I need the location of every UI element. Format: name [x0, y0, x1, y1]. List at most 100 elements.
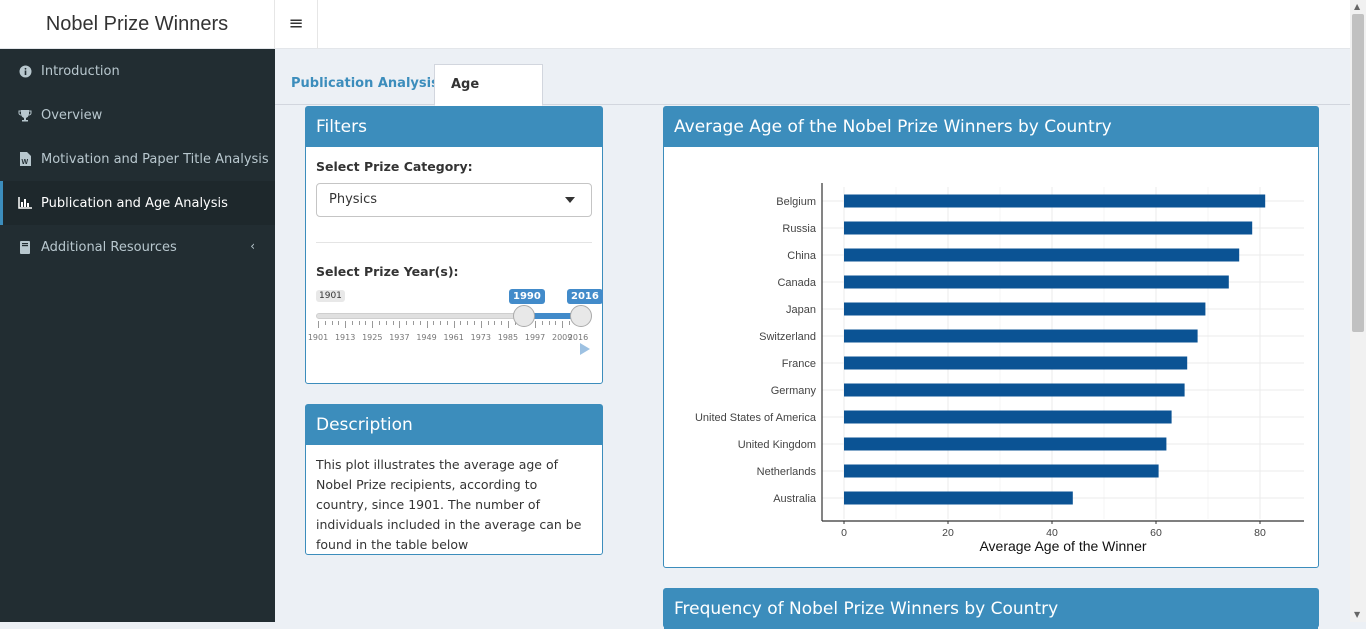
slider-tick-label: 1997 [524, 333, 546, 342]
slider-tick [385, 321, 387, 325]
tab-bar: Publication Analysis Age Analysis [275, 49, 1350, 132]
category-label: Select Prize Category: [316, 159, 473, 174]
chevron-left-icon: ‹ [250, 239, 255, 253]
slider-tick [379, 321, 381, 325]
frequency-title: Frequency of Nobel Prize Winners by Coun… [664, 589, 1318, 629]
slider-tick [535, 321, 537, 328]
page-scrollbar[interactable]: ▲ ▼ [1350, 0, 1366, 622]
slider-tick [324, 321, 326, 325]
slider-tick [487, 321, 489, 325]
chevron-down-icon [565, 197, 575, 203]
slider-to-label: 2016 [567, 289, 603, 304]
prize-category-select[interactable]: Physics [316, 183, 592, 217]
sidebar-item-introduction[interactable]: Introduction [0, 49, 275, 93]
slider-tick [446, 321, 448, 325]
y-tick-label: Japan [786, 304, 816, 316]
slider-tick [406, 321, 408, 325]
description-box: Description This plot illustrates the av… [305, 404, 603, 555]
tab-publication-analysis[interactable]: Publication Analysis [275, 64, 455, 106]
y-tick-label: Belgium [776, 196, 816, 208]
slider-tick-label: 1925 [362, 333, 383, 342]
x-tick-label: 0 [841, 527, 847, 539]
x-tick-label: 80 [1254, 527, 1266, 539]
scroll-up-icon[interactable]: ▲ [1354, 2, 1360, 11]
select-value: Physics [329, 192, 378, 207]
tab-age-analysis[interactable]: Age Analysis [434, 64, 543, 132]
sidebar-toggle-button[interactable]: ≡ [275, 0, 318, 49]
slider-tick [338, 321, 340, 325]
slider-from-label: 1990 [509, 289, 545, 304]
slider-from-handle[interactable] [513, 305, 535, 327]
hamburger-icon: ≡ [288, 13, 304, 34]
svg-text:W: W [21, 159, 28, 166]
slider-tick [433, 321, 435, 325]
slider-to-handle[interactable] [570, 305, 592, 327]
slider-tick [365, 321, 367, 325]
slider-tick [494, 321, 496, 325]
scroll-down-icon[interactable]: ▼ [1354, 610, 1360, 619]
sidebar-item-label: Motivation and Paper Title Analysis [41, 151, 269, 167]
y-tick-label: Russia [782, 223, 817, 235]
slider-tick [345, 321, 347, 328]
y-tick-label: France [782, 358, 816, 370]
sidebar-item-label: Overview [41, 107, 103, 123]
slider-tick-label: 1949 [416, 333, 437, 342]
sidebar-item-label: Publication and Age Analysis [41, 195, 228, 211]
slider-tick [392, 321, 394, 325]
bar [844, 329, 1198, 343]
filters-title: Filters [306, 107, 602, 147]
slider-tick [555, 321, 557, 325]
slider-tick [460, 321, 462, 325]
slider-tick [358, 321, 360, 325]
slider-tick [412, 321, 414, 325]
sidebar: Introduction Overview W Motivation and P… [0, 49, 275, 622]
bar [844, 221, 1253, 235]
slider-tick [399, 321, 401, 328]
sidebar-item-additional-resources[interactable]: Additional Resources ‹ [0, 225, 275, 269]
sidebar-item-label: Introduction [41, 63, 120, 79]
info-circle-icon [18, 64, 32, 78]
description-title: Description [306, 405, 602, 445]
sidebar-item-overview[interactable]: Overview [0, 93, 275, 137]
year-label: Select Prize Year(s): [316, 264, 459, 279]
slider-tick-label: 1937 [389, 333, 410, 342]
description-text: This plot illustrates the average age of… [316, 457, 582, 552]
scroll-thumb[interactable] [1352, 14, 1364, 332]
slider-tick [480, 321, 482, 328]
slider-tick [419, 321, 421, 325]
y-tick-label: Canada [777, 277, 816, 289]
y-tick-label: Australia [773, 493, 817, 505]
sidebar-item-publication-age[interactable]: Publication and Age Analysis [0, 181, 275, 225]
app-title: Nobel Prize Winners [0, 0, 275, 49]
bar [844, 275, 1229, 289]
slider-tick [548, 321, 550, 325]
bar [844, 383, 1185, 397]
slider-tick-label: 2016 [567, 333, 589, 342]
divider [316, 242, 592, 243]
bar-chart: Belgium Russia China Canada Japan Switzerland… [695, 183, 1304, 554]
slider-tick [467, 321, 469, 325]
frequency-box: Frequency of Nobel Prize Winners by Coun… [663, 588, 1319, 629]
x-tick-label: 60 [1150, 527, 1162, 539]
slider-tick [568, 321, 570, 325]
slider-min-label: 1901 [316, 290, 345, 302]
slider-tick [501, 321, 503, 325]
bar [844, 437, 1167, 451]
bar [844, 464, 1159, 478]
bar [844, 302, 1206, 316]
y-tick-label: Germany [771, 385, 817, 397]
slider-tick [331, 321, 333, 325]
slider-tick-label: 1985 [497, 333, 519, 342]
slider-tick [318, 321, 319, 328]
play-icon[interactable] [580, 343, 590, 355]
slider-tick [440, 321, 442, 325]
slider-tick [426, 321, 428, 328]
slider-tick-label: 1901 [307, 333, 329, 342]
slider-tick [351, 321, 353, 325]
slider-tick [453, 321, 455, 328]
word-file-icon: W [18, 152, 32, 166]
bar-chart-icon [18, 196, 32, 210]
y-tick-label: United States of America [695, 412, 817, 424]
slider-tick-label: 1961 [443, 333, 464, 342]
sidebar-item-motivation[interactable]: W Motivation and Paper Title Analysis [0, 137, 275, 181]
